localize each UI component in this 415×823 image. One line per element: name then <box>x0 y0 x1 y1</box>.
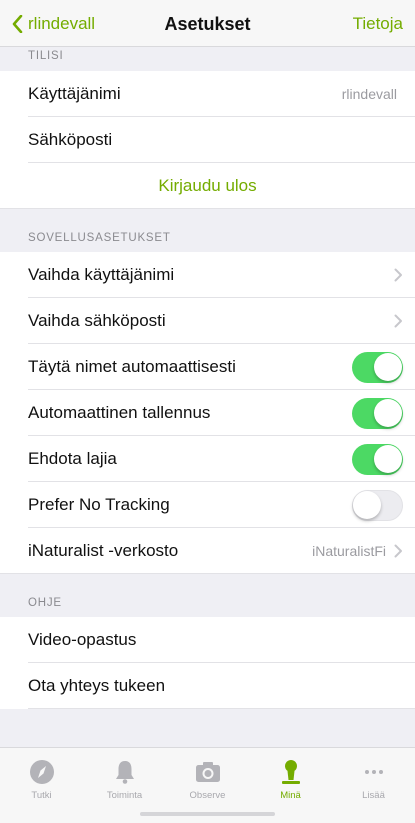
navigation-bar: rlindevall Asetukset Tietoja <box>0 0 415 47</box>
chevron-right-icon <box>394 314 402 328</box>
tab-explore[interactable]: Tutki <box>0 748 83 823</box>
compass-icon <box>29 760 54 784</box>
tab-label: Tutki <box>31 790 52 801</box>
autosave-row: Automaattinen tallennus <box>0 390 415 436</box>
username-value: rlindevall <box>341 86 397 102</box>
camera-icon <box>195 762 220 782</box>
network-row[interactable]: iNaturalist -verkosto iNaturalistFi <box>0 528 415 574</box>
email-label: Sähköposti <box>28 130 113 149</box>
autocomplete-names-row: Täytä nimet automaattisesti <box>0 344 415 390</box>
video-tutorial-row[interactable]: Video-opastus <box>0 617 415 663</box>
logout-button[interactable]: Kirjaudu ulos <box>0 163 415 209</box>
tab-label: Minä <box>280 790 301 801</box>
home-indicator[interactable] <box>140 812 275 816</box>
prefer-no-tracking-toggle[interactable] <box>352 489 403 521</box>
autosave-toggle[interactable] <box>352 397 403 429</box>
change-email-label: Vaihda sähköposti <box>28 311 166 330</box>
chevron-right-icon <box>394 544 402 558</box>
back-label: rlindevall <box>28 14 96 33</box>
network-value: iNaturalistFi <box>312 543 386 559</box>
video-tutorial-label: Video-opastus <box>28 630 137 649</box>
email-row: Sähköposti <box>0 117 415 163</box>
tab-label: Lisää <box>362 790 385 801</box>
suggest-species-toggle[interactable] <box>352 443 403 475</box>
tab-label: Toiminta <box>106 790 143 801</box>
prefer-no-tracking-label: Prefer No Tracking <box>28 495 170 514</box>
network-label: iNaturalist -verkosto <box>28 541 179 560</box>
chevron-right-icon <box>394 268 402 282</box>
chevron-left-icon <box>12 15 23 33</box>
change-email-row[interactable]: Vaihda sähköposti <box>0 298 415 344</box>
change-username-row[interactable]: Vaihda käyttäjänimi <box>0 252 415 298</box>
more-icon <box>364 770 383 774</box>
bell-icon <box>115 761 134 784</box>
suggest-species-row: Ehdota lajia <box>0 436 415 482</box>
section-header-app-settings: SOVELLUSASETUKSET <box>28 232 171 244</box>
person-icon <box>281 760 300 784</box>
username-label: Käyttäjänimi <box>28 84 121 103</box>
contact-support-label: Ota yhteys tukeen <box>28 676 166 695</box>
suggest-species-label: Ehdota lajia <box>28 449 117 468</box>
autosave-label: Automaattinen tallennus <box>28 403 211 422</box>
contact-support-row[interactable]: Ota yhteys tukeen <box>0 663 415 709</box>
section-header-help: OHJE <box>28 597 62 609</box>
about-button[interactable]: Tietoja <box>353 14 403 34</box>
section-header-account: TILISI <box>28 50 64 62</box>
back-button[interactable]: rlindevall <box>12 14 95 34</box>
prefer-no-tracking-row: Prefer No Tracking <box>0 482 415 528</box>
change-username-label: Vaihda käyttäjänimi <box>28 265 175 284</box>
settings-list[interactable]: TILISI Käyttäjänimi rlindevall Sähköpost… <box>0 47 415 747</box>
tab-label: Observe <box>189 790 226 801</box>
logout-label: Kirjaudu ulos <box>158 176 257 195</box>
username-row: Käyttäjänimi rlindevall <box>0 71 415 117</box>
autocomplete-names-label: Täytä nimet automaattisesti <box>28 357 236 376</box>
autocomplete-names-toggle[interactable] <box>352 351 403 383</box>
tab-more[interactable]: Lisää <box>332 748 415 823</box>
